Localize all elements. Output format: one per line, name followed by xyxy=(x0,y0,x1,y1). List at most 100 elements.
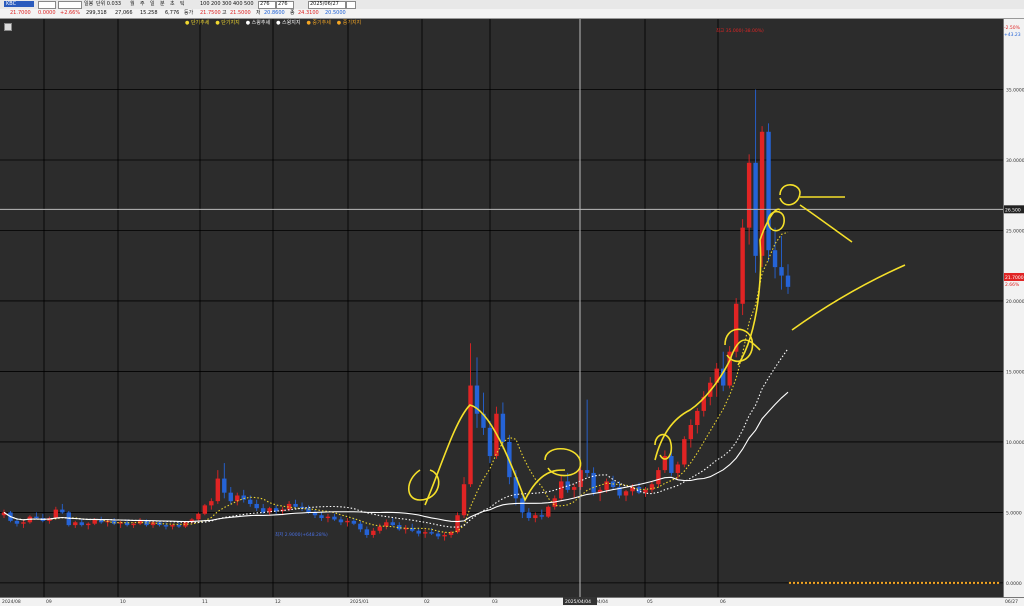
candle-body xyxy=(79,522,84,526)
candle-body xyxy=(209,501,214,506)
annotation-stroke xyxy=(799,204,853,243)
candle-body xyxy=(92,519,97,524)
mid-term-dot xyxy=(980,581,984,585)
mid-term-dot xyxy=(952,581,956,585)
candle-body xyxy=(176,525,182,527)
candle-body xyxy=(578,470,583,488)
candle-body xyxy=(688,425,694,440)
mid-term-dot xyxy=(856,581,860,585)
annotation-stroke xyxy=(407,469,440,501)
mid-term-dot xyxy=(984,581,988,585)
mid-term-dot xyxy=(904,581,908,585)
mid-term-dot xyxy=(872,581,876,585)
mid-term-dot xyxy=(792,581,796,585)
candle-body xyxy=(695,410,700,426)
candle-body xyxy=(746,162,752,228)
candle-body xyxy=(546,506,551,517)
candle-body xyxy=(170,525,175,527)
candle-body xyxy=(319,515,324,519)
mid-term-dot xyxy=(992,581,996,585)
mid-term-dot xyxy=(836,581,840,585)
mid-term-dot xyxy=(884,581,888,585)
candle-body xyxy=(351,520,357,524)
mid-term-dot xyxy=(896,581,900,585)
mid-term-dot xyxy=(912,581,916,585)
candle-body xyxy=(228,492,233,502)
mid-term-dot xyxy=(848,581,852,585)
candle-body xyxy=(345,520,350,523)
y-tick-label: 30.0000 xyxy=(1006,158,1024,164)
high-marker: 최고 35.000(-38.00%) xyxy=(716,27,764,34)
candle-body xyxy=(377,526,383,531)
mid-term-dot xyxy=(892,581,896,585)
candle-body xyxy=(623,491,629,496)
candle-body xyxy=(254,503,259,509)
mid-term-dot xyxy=(808,581,812,585)
candle-body xyxy=(571,487,577,490)
mid-term-dot xyxy=(888,581,892,585)
annotation-stroke xyxy=(779,184,801,206)
mid-term-dot xyxy=(948,581,952,585)
swing-ma-dotted-line xyxy=(3,348,789,528)
mid-term-dot xyxy=(844,581,848,585)
candle-body xyxy=(222,478,227,493)
mid-term-dot xyxy=(796,581,800,585)
mid-term-dot xyxy=(964,581,968,585)
mid-term-dot xyxy=(812,581,816,585)
mid-term-dot xyxy=(800,581,804,585)
x-tick-label: 10 xyxy=(120,599,126,605)
y-tick-label: 15.0000 xyxy=(1006,369,1024,375)
current-pct-label: 2.66% xyxy=(1005,282,1020,288)
mid-term-dot xyxy=(860,581,864,585)
candle-body xyxy=(442,534,447,537)
x-tick-label: 02 xyxy=(424,599,430,605)
mid-term-dot xyxy=(928,581,932,585)
candle-body xyxy=(416,530,421,534)
y-tick-label: 5.0000 xyxy=(1006,510,1022,516)
candle-body xyxy=(559,481,564,499)
candle-body xyxy=(235,495,240,502)
candle-body xyxy=(325,516,331,519)
x-tick-label: 05 xyxy=(647,599,653,605)
mid-term-dot xyxy=(944,581,948,585)
mid-term-dot xyxy=(804,581,808,585)
candle-body xyxy=(60,509,65,513)
x-tick-label: 06 xyxy=(720,599,726,605)
mid-term-dot xyxy=(900,581,904,585)
annotation-stroke xyxy=(544,447,582,477)
mid-term-dot xyxy=(880,581,884,585)
crosshair-date-label: 2025/04/04 xyxy=(565,599,591,605)
candle-body xyxy=(241,495,246,500)
candle-body xyxy=(533,515,538,519)
x-tick-label: 11 xyxy=(202,599,208,605)
mid-term-dot xyxy=(916,581,920,585)
candle-body xyxy=(53,509,59,519)
current-price-label: 21.7000 xyxy=(1005,275,1024,281)
candle-body xyxy=(196,513,201,520)
y-tick-label: 35.0000 xyxy=(1006,87,1024,93)
candle-body xyxy=(390,522,395,526)
candle-body xyxy=(740,227,745,304)
mid-term-dot xyxy=(816,581,820,585)
y-tick-label: 20.0000 xyxy=(1006,299,1024,305)
mid-term-dot xyxy=(852,581,856,585)
candle-body xyxy=(675,464,681,473)
mid-term-dot xyxy=(976,581,980,585)
mid-term-dot xyxy=(920,581,924,585)
candle-body xyxy=(591,472,596,493)
mid-term-dot xyxy=(924,581,928,585)
mid-term-dot xyxy=(876,581,880,585)
candle-body xyxy=(487,427,493,457)
candle-body xyxy=(86,523,91,526)
mid-term-dot xyxy=(908,581,912,585)
mid-term-dot xyxy=(788,581,792,585)
candle-body xyxy=(766,131,771,251)
mid-term-dot xyxy=(956,581,960,585)
candle-body xyxy=(772,250,778,268)
mid-term-dot xyxy=(840,581,844,585)
candle-body xyxy=(526,512,532,519)
mid-term-dot xyxy=(820,581,824,585)
candle-body xyxy=(669,456,674,473)
top-right-value-1: -2.50% xyxy=(1004,25,1021,31)
x-tick-label: 2025/01 xyxy=(350,599,369,605)
